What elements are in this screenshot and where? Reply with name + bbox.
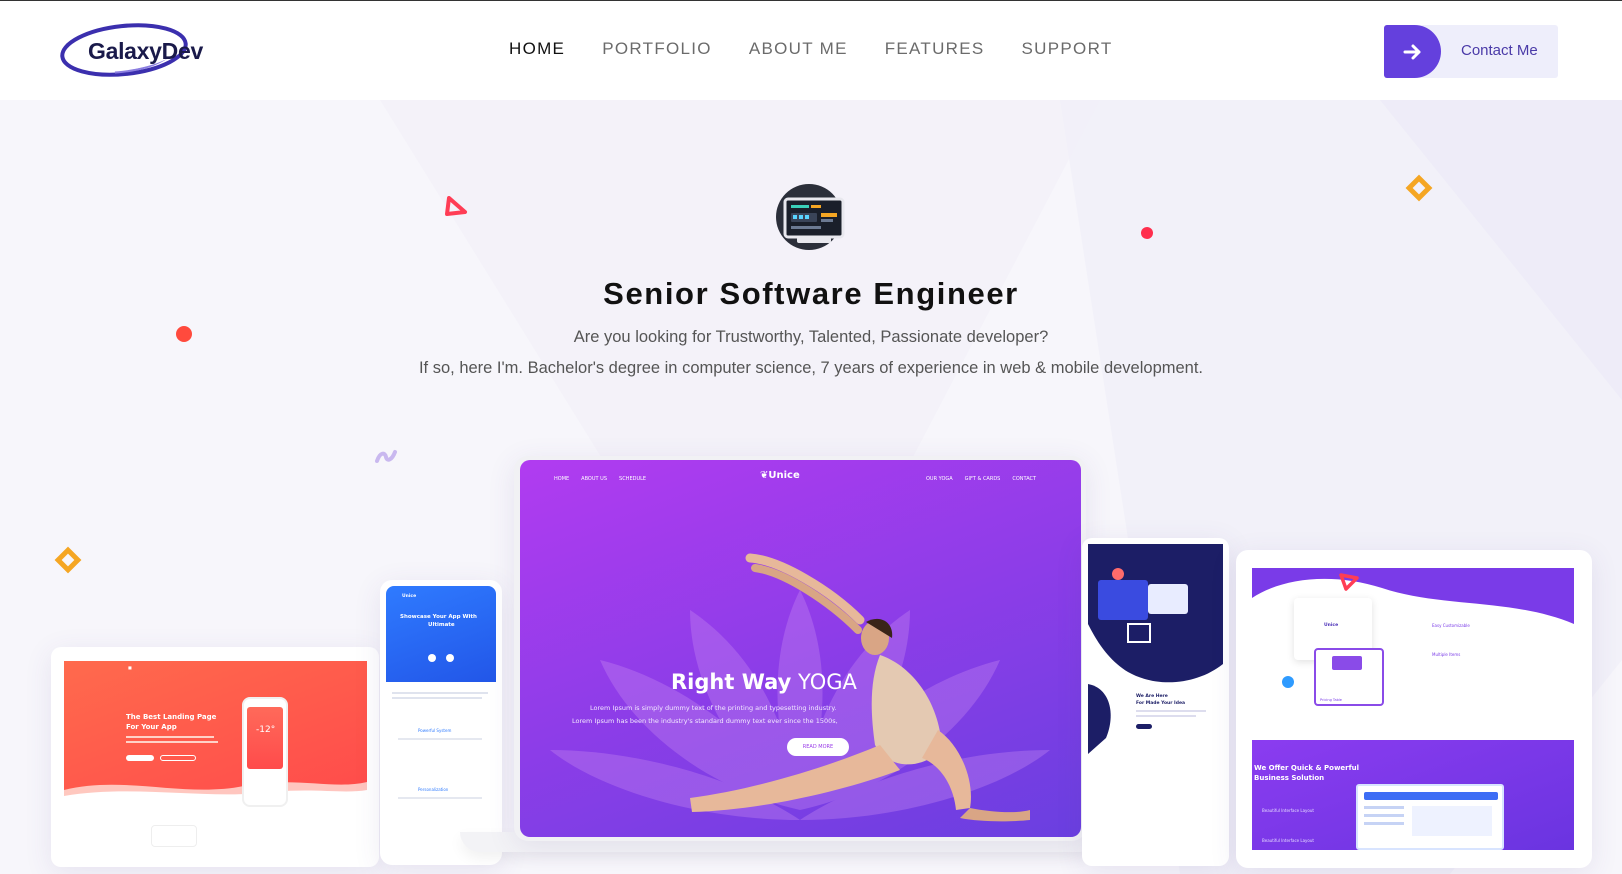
brand-name: GalaxyDev — [88, 38, 203, 64]
nav-home[interactable]: HOME — [509, 39, 565, 59]
business-brand: Unice — [1324, 623, 1339, 628]
orange-diamond-decoration — [1405, 174, 1433, 202]
yoga-nav-our-yoga: OUR YOGA — [926, 476, 953, 482]
landing-page-preview: ■ The Best Landing Page For Your App -12… — [64, 661, 367, 807]
business-pricing: Pricing Table — [1320, 698, 1342, 702]
business-feature-1: Easy Customizable — [1432, 623, 1470, 628]
tablet-mockup-right: Unice Easy Customizable Multiple Items P… — [1236, 550, 1592, 868]
yoga-body-2: Lorem Ipsum has been the industry's stan… — [572, 717, 838, 725]
hero-title: Senior Software Engineer — [603, 276, 1019, 311]
yoga-headline: Right Way YOGA — [671, 670, 857, 694]
contact-me-label: Contact Me — [1461, 42, 1538, 59]
site-header: GalaxyDev HOME PORTFOLIO ABOUT ME FEATUR… — [0, 1, 1622, 100]
yoga-nav-contact: CONTACT — [1012, 476, 1037, 482]
hero-section: Senior Software Engineer Are you looking… — [0, 100, 1622, 874]
tablet-mockup-left: ■ The Best Landing Page For Your App -12… — [51, 647, 379, 867]
orange-diamond-decoration-left — [54, 546, 82, 574]
yoga-nav-schedule: SCHEDULE — [619, 476, 647, 482]
brand-logo[interactable]: GalaxyDev — [60, 23, 203, 81]
business-feature-2: Multiple Items — [1432, 652, 1461, 657]
phone-title-1: Showcase Your App With — [400, 614, 477, 620]
computer-screen-icon — [776, 184, 845, 250]
business-banner-title-2: Business Solution — [1254, 774, 1325, 782]
phone-app-header: Unice Showcase Your App With Ultimate — [386, 586, 496, 682]
laptop-mockup: HOME ABOUT US SCHEDULE ❦Unice OUR YOGA G… — [514, 456, 1086, 841]
idea-site-preview: We Are Here For Made Your Idea — [1088, 544, 1223, 860]
nav-features[interactable]: FEATURES — [885, 39, 985, 59]
yoga-nav-left: HOME ABOUT US SCHEDULE — [554, 476, 646, 482]
yoga-nav-right: OUR YOGA GIFT & CARDS CONTACT — [926, 476, 1036, 482]
phone-feature-2: Personalization — [418, 787, 449, 792]
nav-support[interactable]: SUPPORT — [1022, 39, 1113, 59]
phone-in-tablet: -12° — [242, 697, 288, 807]
mini-brand: ■ — [128, 665, 132, 670]
yoga-site-preview: HOME ABOUT US SCHEDULE ❦Unice OUR YOGA G… — [520, 460, 1081, 837]
phone-feature-1: Powerful System — [418, 728, 452, 733]
red-triangle-decoration-right — [1339, 573, 1359, 591]
hero-subtitle-line-1: Are you looking for Trustworthy, Talente… — [573, 328, 1049, 346]
idea-title-1: We Are Here — [1136, 694, 1168, 699]
temperature-readout: -12° — [256, 725, 276, 735]
hero-subtitle-line-2: If so, here I'm. Bachelor's degree in co… — [418, 359, 1204, 377]
yoga-read-more-button: READ MORE — [787, 738, 849, 756]
yoga-brand: ❦Unice — [760, 470, 800, 481]
yoga-body-1: Lorem Ipsum is simply dummy text of the … — [590, 704, 837, 712]
yoga-headline-bold: Right Way — [671, 670, 792, 694]
tablet-mockup-middle: We Are Here For Made Your Idea — [1082, 538, 1229, 866]
red-dot-small-decoration — [1141, 227, 1153, 239]
yoga-read-more-label: READ MORE — [802, 744, 834, 750]
yoga-nav-about: ABOUT US — [581, 476, 608, 482]
phone-mockup: Unice Showcase Your App With Ultimate Po… — [380, 580, 502, 865]
purple-squiggle-decoration — [375, 450, 397, 463]
red-triangle-decoration — [445, 196, 467, 216]
yoga-nav-gift: GIFT & CARDS — [964, 476, 1001, 482]
nav-about-me[interactable]: ABOUT ME — [749, 39, 848, 59]
business-banner-title-1: We Offer Quick & Powerful — [1254, 764, 1360, 772]
contact-me-button[interactable]: Contact Me — [1384, 25, 1558, 78]
business-site-preview: Unice Easy Customizable Multiple Items P… — [1252, 568, 1574, 850]
main-nav: HOME PORTFOLIO ABOUT ME FEATURES SUPPORT — [509, 39, 1150, 59]
idea-title-2: For Made Your Idea — [1136, 701, 1186, 706]
business-bullet-1: Beautiful Interface Layout — [1262, 808, 1314, 813]
yoga-brand-name: Unice — [768, 470, 800, 481]
business-bullet-2: Beautiful Interface Layout — [1262, 838, 1314, 843]
tablet-left-title-2: For Your App — [126, 723, 177, 731]
business-banner: We Offer Quick & Powerful Business Solut… — [1252, 740, 1574, 850]
arrow-right-icon — [1384, 25, 1441, 78]
phone-brand: Unice — [402, 594, 417, 599]
tablet-left-title-1: The Best Landing Page — [126, 713, 217, 721]
yoga-nav-home: HOME — [554, 476, 570, 482]
phone-title-2: Ultimate — [428, 622, 455, 628]
yoga-headline-light: YOGA — [798, 670, 857, 694]
nav-portfolio[interactable]: PORTFOLIO — [602, 39, 712, 59]
